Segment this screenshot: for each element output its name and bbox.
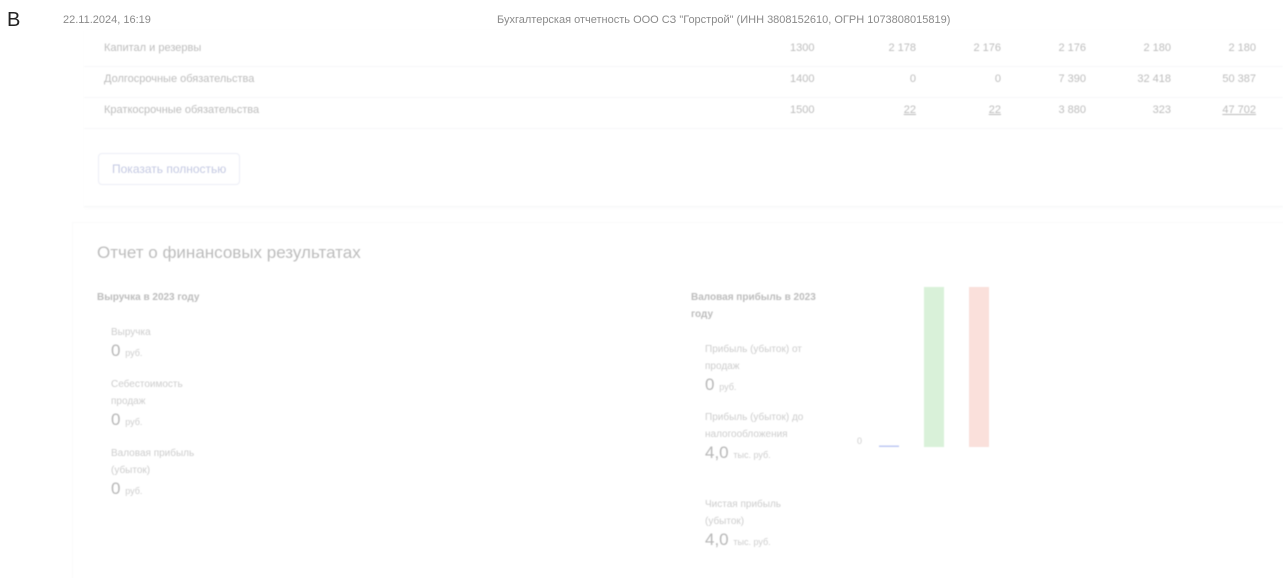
metric-value-line: 0 руб. bbox=[111, 479, 211, 501]
section-title: Отчет о финансовых результатах bbox=[97, 243, 361, 262]
metric-value-line: 4,0 тыс. руб. bbox=[705, 530, 815, 552]
row-value: 2 176 bbox=[973, 42, 1001, 54]
row-value: 0 bbox=[909, 73, 916, 85]
chart-bar bbox=[969, 287, 989, 447]
metric-net-profit: Чистая прибыль (убыток) 4,0 тыс. руб. bbox=[705, 496, 815, 552]
metric-value-line: 4,0 тыс. руб. bbox=[705, 443, 815, 465]
row-value: 0 bbox=[994, 73, 1001, 85]
metric-unit: тыс. руб. bbox=[733, 537, 771, 547]
metric-value-line: 0 руб. bbox=[111, 341, 221, 363]
row-value-link[interactable]: 47 702 bbox=[1196, 104, 1256, 116]
show-full-button[interactable]: Показать полностью bbox=[98, 153, 241, 185]
row-value: 3 880 bbox=[1058, 104, 1086, 116]
balance-card: Капитал и резервы 1300 2 178 2 176 2 176… bbox=[84, 30, 1283, 207]
row-value: 2 176 bbox=[1058, 42, 1086, 54]
metric-revenue: Выручка 0 руб. bbox=[111, 324, 221, 363]
row-value: 7 390 bbox=[1058, 73, 1086, 85]
metric-value: 0 bbox=[111, 479, 121, 498]
faded-content: Капитал и резервы 1300 2 178 2 176 2 176… bbox=[0, 0, 1283, 578]
metric-value: 4,0 bbox=[705, 530, 729, 549]
financial-results-card: Отчет о финансовых результатах Выручка в… bbox=[72, 222, 1283, 578]
gross-profit-heading: Валовая прибыль в 2023 году bbox=[691, 292, 816, 320]
metric-label: Себестоимость продаж bbox=[111, 379, 183, 407]
metric-unit: руб. bbox=[719, 382, 737, 392]
metric-unit: тыс. руб. bbox=[733, 450, 771, 460]
metric-cost-of-sales: Себестоимость продаж 0 руб. bbox=[111, 376, 211, 432]
metric-value: 0 bbox=[111, 410, 121, 429]
metric-label: Чистая прибыль (убыток) bbox=[705, 499, 781, 527]
metric-label: Валовая прибыль (убыток) bbox=[111, 448, 195, 476]
row-divider bbox=[84, 128, 1283, 129]
metric-value: 0 bbox=[111, 341, 121, 360]
metric-label: Прибыль (убыток) до налогообложения bbox=[705, 412, 804, 440]
table-row: Краткосрочные обязательства 1500 22 22 3… bbox=[84, 96, 1283, 126]
chart-bar bbox=[924, 287, 944, 447]
row-value-link[interactable]: 22 bbox=[856, 104, 916, 116]
metric-profit-from-sales: Прибыль (убыток) от продаж 0 руб. bbox=[705, 341, 815, 397]
metric-value: 4,0 bbox=[705, 443, 729, 462]
metric-value-line: 0 руб. bbox=[705, 375, 815, 397]
revenue-heading: Выручка в 2023 году bbox=[97, 292, 200, 303]
metric-label: Выручка bbox=[111, 327, 151, 338]
row-value: 2 180 bbox=[1228, 42, 1256, 54]
gross-profit-chart: 0 bbox=[857, 287, 989, 447]
y-tick-label: 0 bbox=[857, 436, 862, 446]
row-value: 32 418 bbox=[1137, 73, 1171, 85]
row-name: Краткосрочные обязательства bbox=[104, 104, 260, 116]
table-row: Долгосрочные обязательства 1400 0 0 7 39… bbox=[84, 65, 1283, 95]
row-name: Долгосрочные обязательства bbox=[104, 73, 255, 85]
print-preview-page: B 22.11.2024, 16:19 Бухгалтерская отчетн… bbox=[0, 0, 1283, 578]
row-value: 323 bbox=[1152, 104, 1171, 116]
row-value: 2 178 bbox=[888, 42, 916, 54]
row-value-link[interactable]: 22 bbox=[941, 104, 1001, 116]
metric-unit: руб. bbox=[125, 417, 143, 427]
metric-value-line: 0 руб. bbox=[111, 410, 211, 432]
chart-bar bbox=[879, 445, 899, 447]
metric-unit: руб. bbox=[125, 486, 143, 496]
row-code: 1500 bbox=[790, 104, 815, 116]
row-name: Капитал и резервы bbox=[104, 42, 202, 54]
row-code: 1400 bbox=[790, 73, 815, 85]
metric-label: Прибыль (убыток) от продаж bbox=[705, 344, 802, 372]
row-code: 1300 bbox=[790, 42, 815, 54]
metric-gross-profit: Валовая прибыль (убыток) 0 руб. bbox=[111, 445, 211, 501]
table-row: Капитал и резервы 1300 2 178 2 176 2 176… bbox=[84, 34, 1283, 64]
row-value: 50 387 bbox=[1222, 73, 1256, 85]
metric-value: 0 bbox=[705, 375, 715, 394]
metric-unit: руб. bbox=[125, 348, 143, 358]
row-value: 2 180 bbox=[1143, 42, 1171, 54]
metric-profit-before-tax: Прибыль (убыток) до налогообложения 4,0 … bbox=[705, 409, 815, 465]
